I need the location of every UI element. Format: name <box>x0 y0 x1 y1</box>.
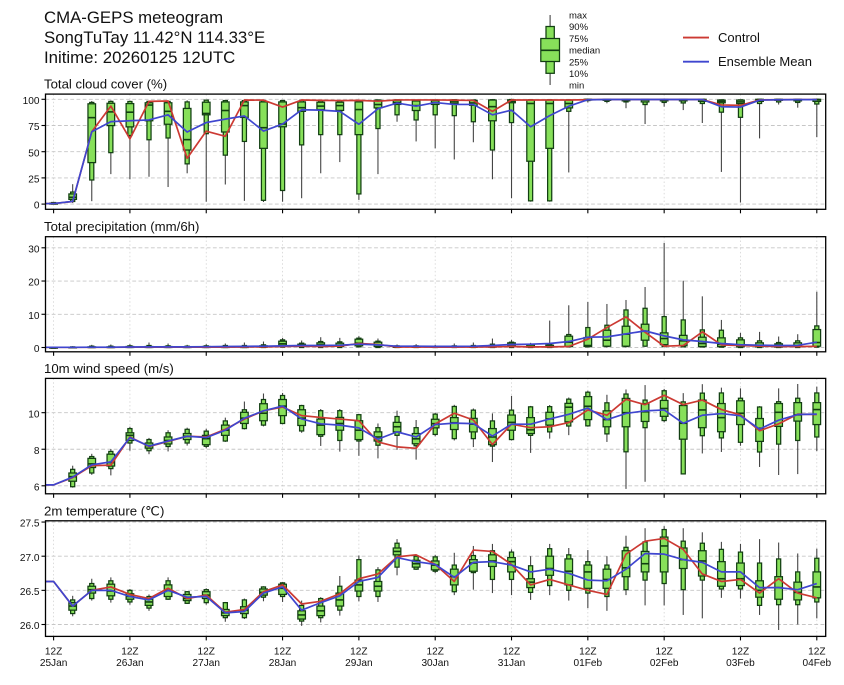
svg-text:12Z: 12Z <box>274 646 291 657</box>
svg-text:75%: 75% <box>569 34 589 45</box>
svg-text:25: 25 <box>28 175 40 186</box>
svg-text:01Feb: 01Feb <box>574 658 603 669</box>
svg-text:12Z: 12Z <box>198 646 215 657</box>
svg-text:50: 50 <box>28 148 40 159</box>
svg-text:02Feb: 02Feb <box>650 658 679 669</box>
svg-text:29Jan: 29Jan <box>345 658 373 669</box>
svg-text:28Jan: 28Jan <box>269 658 297 669</box>
svg-text:max: max <box>569 11 587 22</box>
svg-text:12Z: 12Z <box>579 646 596 657</box>
svg-text:6: 6 <box>34 482 40 493</box>
svg-text:12Z: 12Z <box>350 646 367 657</box>
svg-text:100: 100 <box>23 96 40 107</box>
svg-text:30Jan: 30Jan <box>421 658 449 669</box>
svg-text:10: 10 <box>28 409 40 420</box>
svg-text:75: 75 <box>28 122 40 133</box>
svg-text:12Z: 12Z <box>503 646 520 657</box>
svg-text:Ensemble Mean: Ensemble Mean <box>718 54 812 69</box>
svg-text:min: min <box>569 81 584 92</box>
svg-text:CMA-GEPS meteogram: CMA-GEPS meteogram <box>44 8 223 27</box>
svg-text:20: 20 <box>28 278 40 289</box>
svg-text:12Z: 12Z <box>426 646 443 657</box>
svg-text:Total precipitation (mm/6h): Total precipitation (mm/6h) <box>44 219 199 234</box>
svg-text:26.0: 26.0 <box>20 621 40 632</box>
svg-text:2m temperature (℃): 2m temperature (℃) <box>44 503 164 518</box>
svg-text:median: median <box>569 46 600 57</box>
svg-text:10%: 10% <box>569 69 589 80</box>
svg-text:Total cloud cover (%): Total cloud cover (%) <box>44 77 167 92</box>
svg-text:12Z: 12Z <box>655 646 672 657</box>
svg-text:90%: 90% <box>569 22 589 33</box>
svg-text:26.5: 26.5 <box>20 587 40 598</box>
svg-text:27.0: 27.0 <box>20 553 40 564</box>
svg-text:8: 8 <box>34 446 40 457</box>
svg-text:10: 10 <box>28 311 40 322</box>
svg-text:0: 0 <box>34 201 40 212</box>
svg-text:30: 30 <box>28 244 40 255</box>
svg-text:27Jan: 27Jan <box>192 658 220 669</box>
svg-text:12Z: 12Z <box>808 646 825 657</box>
svg-text:12Z: 12Z <box>732 646 749 657</box>
svg-text:26Jan: 26Jan <box>116 658 144 669</box>
svg-text:0: 0 <box>34 344 40 355</box>
svg-text:Control: Control <box>718 30 760 45</box>
svg-text:03Feb: 03Feb <box>726 658 755 669</box>
svg-text:27.5: 27.5 <box>20 519 40 530</box>
svg-text:04Feb: 04Feb <box>802 658 831 669</box>
svg-text:12Z: 12Z <box>45 646 62 657</box>
svg-text:SongTuTay 11.42°N 114.33°E: SongTuTay 11.42°N 114.33°E <box>44 28 265 47</box>
svg-text:25%: 25% <box>569 57 589 68</box>
svg-text:25Jan: 25Jan <box>40 658 68 669</box>
svg-text:10m wind speed (m/s): 10m wind speed (m/s) <box>44 361 174 376</box>
svg-text:31Jan: 31Jan <box>498 658 526 669</box>
svg-text:Initime: 20260125 12UTC: Initime: 20260125 12UTC <box>44 48 235 67</box>
svg-text:12Z: 12Z <box>121 646 138 657</box>
